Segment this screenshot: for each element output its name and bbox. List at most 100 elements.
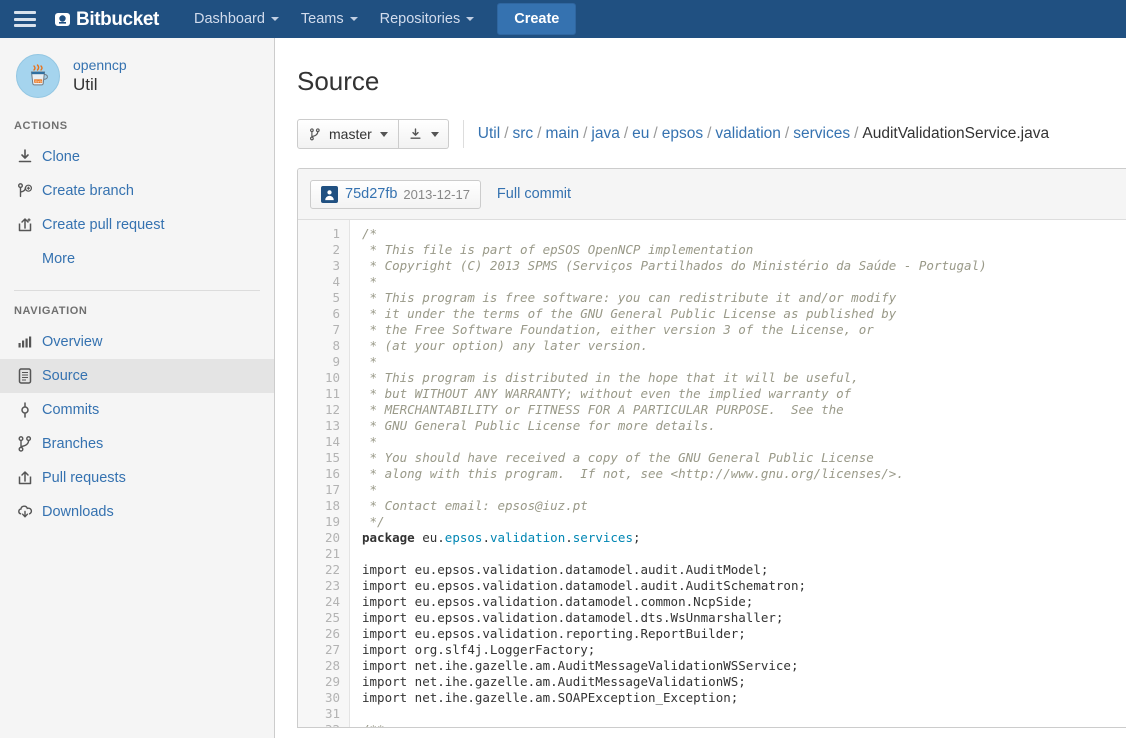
- sidebar-item-commits-label: Commits: [42, 402, 100, 418]
- sidebar-item-clone[interactable]: Clone: [0, 140, 274, 174]
- code-line: * MERCHANTABILITY or FITNESS FOR A PARTI…: [362, 402, 1126, 418]
- branch-selector-button[interactable]: master: [297, 119, 399, 149]
- line-number: 4: [332, 274, 340, 289]
- repo-name-label: Util: [73, 75, 98, 95]
- code-line: * You should have received a copy of the…: [362, 450, 1126, 466]
- breadcrumb-current-file: AuditValidationService.java: [862, 125, 1050, 142]
- breadcrumb-link-eu[interactable]: eu: [632, 125, 649, 142]
- sidebar-item-create-branch[interactable]: Create branch: [0, 174, 274, 208]
- branch-name-label: master: [329, 126, 372, 142]
- line-number: 8: [332, 338, 340, 353]
- code-token: package: [362, 530, 415, 545]
- user-avatar-icon: [321, 185, 338, 203]
- repository-header: Java openncp Util: [0, 54, 274, 98]
- page-title: Source: [297, 66, 380, 96]
- line-number: 20: [324, 530, 340, 545]
- svg-text:Java: Java: [34, 79, 42, 83]
- breadcrumb: Util / src / main / java / eu / epsos / validation / s…: [478, 125, 1049, 143]
- line-number: 14: [324, 434, 340, 449]
- line-number: 11: [324, 386, 340, 401]
- code-line: *: [362, 434, 1126, 450]
- chevron-down-icon: [270, 17, 279, 21]
- code-token: eu: [414, 530, 438, 545]
- code-line: * along with this program. If not, see <…: [362, 466, 1126, 482]
- sidebar-item-create-pull-request-label: Create pull request: [42, 217, 165, 233]
- sidebar-item-source[interactable]: Source: [0, 359, 274, 393]
- code-line: * Copyright (C) 2013 SPMS (Serviços Part…: [362, 258, 1126, 274]
- code-token: * along with this program. If not, see <…: [362, 466, 904, 481]
- line-number: 1: [332, 226, 340, 241]
- sidebar-item-create-branch-label: Create branch: [42, 183, 134, 199]
- sidebar-item-commits[interactable]: Commits: [0, 393, 274, 427]
- code-token: *: [362, 482, 378, 497]
- code-line: * (at your option) any later version.: [362, 338, 1126, 354]
- line-number: 5: [332, 290, 340, 305]
- code-token: import eu.epsos.validation.datamodel.dts…: [362, 610, 784, 625]
- repo-owner-link[interactable]: openncp: [73, 56, 127, 74]
- nav-dashboard[interactable]: Dashboard: [185, 2, 288, 36]
- line-number: 9: [332, 354, 340, 369]
- code-token: import eu.epsos.validation.reporting.Rep…: [362, 626, 746, 641]
- hamburger-menu-icon[interactable]: [14, 11, 36, 27]
- pull-request-icon: [16, 216, 42, 234]
- breadcrumb-separator: /: [653, 125, 658, 142]
- full-commit-link[interactable]: Full commit: [497, 186, 571, 202]
- commit-selector-button[interactable]: 75d27fb 2013-12-17: [310, 179, 481, 209]
- sidebar-item-create-pull-request[interactable]: Create pull request: [0, 208, 274, 242]
- breadcrumb-separator: /: [784, 125, 790, 142]
- code-line: * but WITHOUT ANY WARRANTY; without even…: [362, 386, 1126, 402]
- document-icon: [16, 367, 42, 385]
- line-number: 31: [324, 706, 340, 721]
- breadcrumb-link-src[interactable]: src: [513, 125, 534, 142]
- code-line: package eu.epsos.validation.services;: [362, 530, 1126, 546]
- actions-section-title: ACTIONS: [14, 120, 68, 132]
- source-toolbar: master Util / src / main / java / eu / epsos / valid…: [297, 119, 1126, 149]
- code-line: import eu.epsos.validation.datamodel.dts…: [362, 610, 1126, 626]
- code-token: import net.ihe.gazelle.am.SOAPException_…: [362, 690, 739, 705]
- code-line: * This program is distributed in the hop…: [362, 370, 1126, 386]
- bitbucket-logo[interactable]: Bitbucket: [54, 10, 159, 29]
- code-token: import eu.epsos.validation.datamodel.aud…: [362, 578, 807, 593]
- breadcrumb-link-validation[interactable]: validation: [715, 125, 781, 142]
- source-code-content[interactable]: /* * This file is part of epSOS OpenNCP …: [350, 220, 1126, 727]
- code-token: epsos: [444, 530, 483, 545]
- sidebar-item-more[interactable]: More: [0, 242, 274, 276]
- breadcrumb-link-services[interactable]: services: [793, 125, 850, 142]
- pull-request-icon: [16, 469, 42, 487]
- download-icon: [408, 127, 423, 142]
- breadcrumb-link-java[interactable]: java: [591, 125, 619, 142]
- code-token: * This program is free software: you can…: [362, 290, 897, 305]
- chevron-down-icon: [349, 17, 358, 21]
- line-number: 30: [324, 690, 340, 705]
- code-view: 1 2 3 4 5 6 7 8 9 10 11 12 13 14 15 16 17 18 19 20 21 22 23 24 2…: [298, 220, 1126, 727]
- sidebar-item-overview[interactable]: Overview: [0, 325, 274, 359]
- breadcrumb-link-epsos[interactable]: epsos: [662, 125, 703, 142]
- code-line: import org.slf4j.LoggerFactory;: [362, 642, 1126, 658]
- line-number: 26: [324, 626, 340, 641]
- breadcrumb-link-main[interactable]: main: [545, 125, 579, 142]
- breadcrumb-separator: /: [707, 125, 712, 142]
- sidebar-divider: [14, 290, 260, 291]
- line-number: 6: [332, 306, 340, 321]
- line-number: 15: [324, 450, 340, 465]
- sidebar-item-overview-label: Overview: [42, 334, 103, 350]
- breadcrumb-link-util[interactable]: Util: [478, 125, 500, 142]
- create-button[interactable]: Create: [497, 3, 577, 35]
- sidebar-item-branches[interactable]: Branches: [0, 427, 274, 461]
- toolbar-divider: [462, 120, 464, 148]
- brand-name: Bitbucket: [76, 8, 159, 30]
- code-line: import eu.epsos.validation.datamodel.aud…: [362, 562, 1126, 578]
- bar-chart-icon: [16, 333, 42, 351]
- sidebar-item-pull-requests[interactable]: Pull requests: [0, 461, 274, 495]
- download-button[interactable]: [398, 119, 449, 149]
- sidebar-item-downloads-label: Downloads: [42, 504, 114, 520]
- sidebar-item-pull-requests-label: Pull requests: [42, 470, 126, 486]
- nav-teams[interactable]: Teams: [292, 2, 367, 36]
- chevron-down-icon: [379, 131, 388, 137]
- nav-repositories[interactable]: Repositories: [371, 2, 484, 36]
- sidebar-item-downloads[interactable]: Downloads: [0, 495, 274, 529]
- sidebar-item-branches-label: Branches: [42, 436, 104, 452]
- code-token: * Contact email: epsos@iuz.pt: [362, 498, 588, 513]
- code-token: * You should have received a copy of the…: [362, 450, 874, 465]
